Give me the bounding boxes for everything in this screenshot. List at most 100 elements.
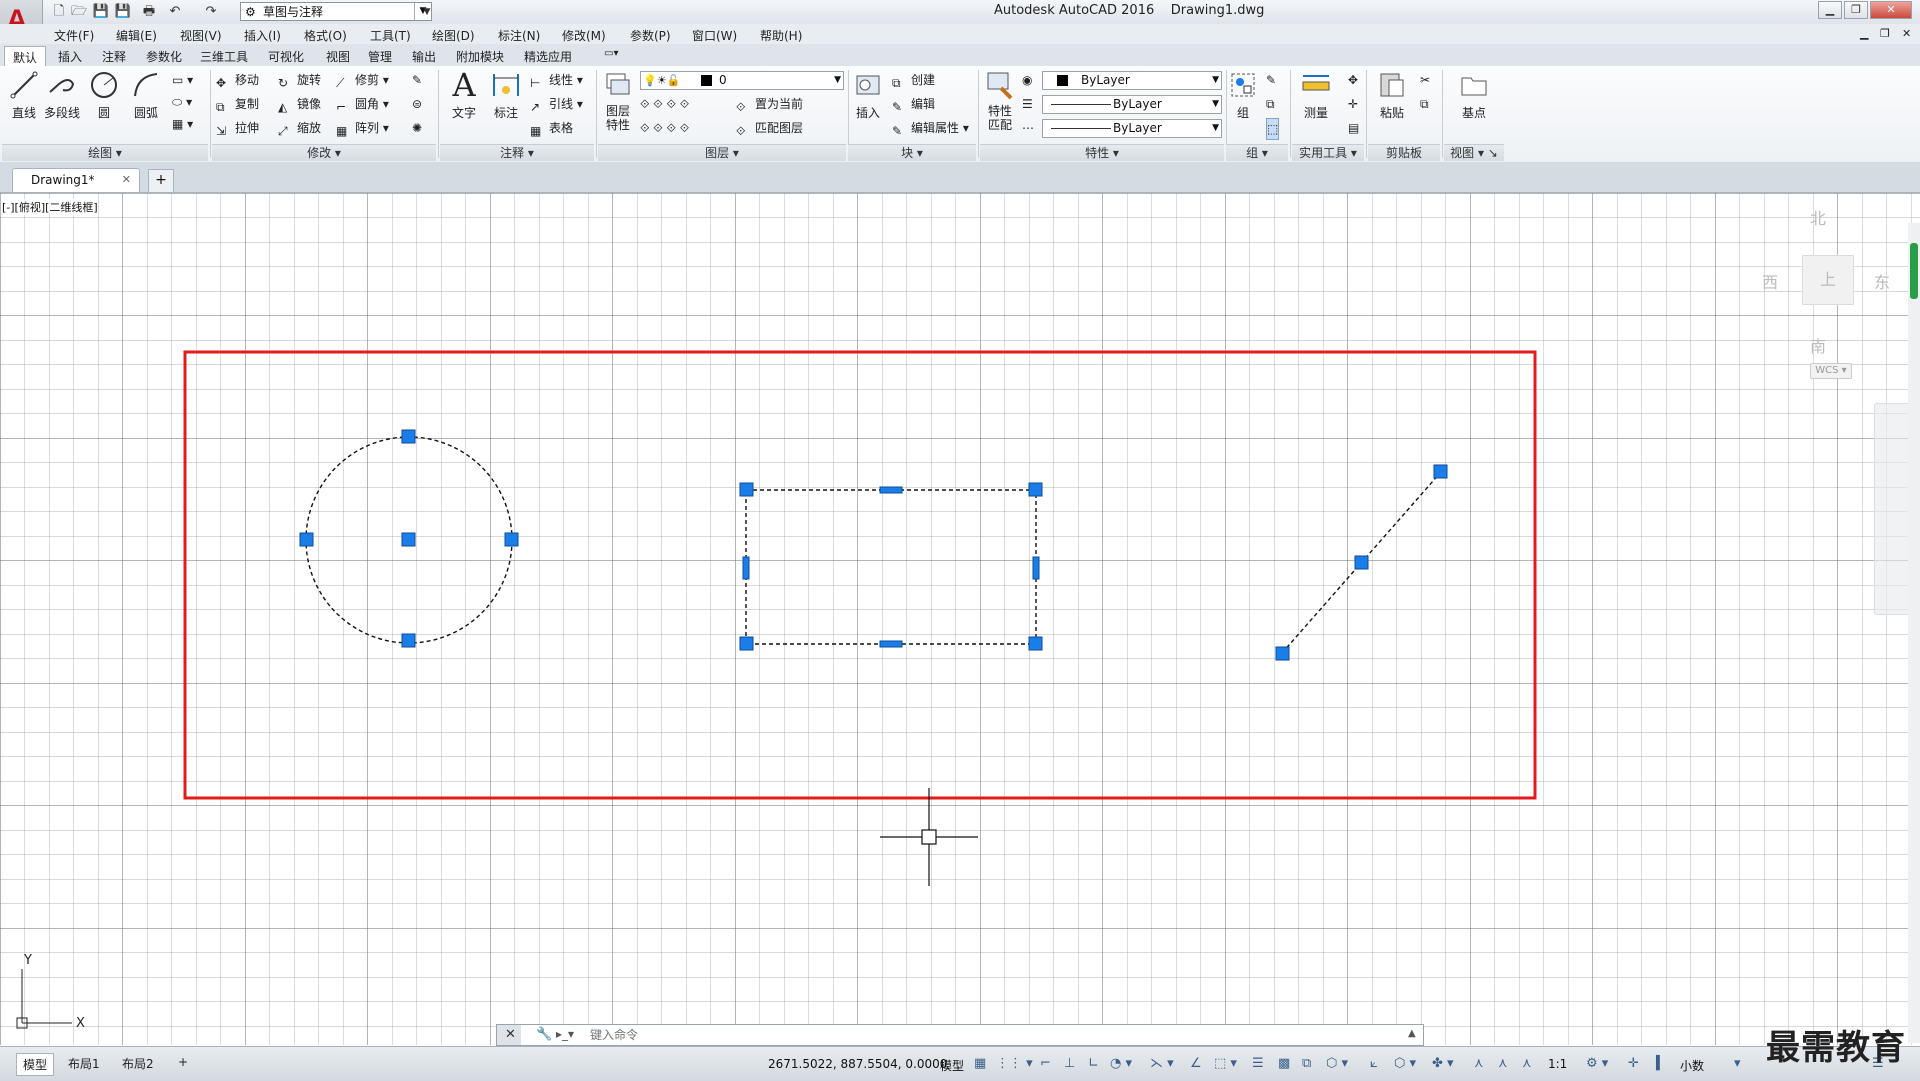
circle-button[interactable]: 圆 [84,70,124,121]
fillet-button[interactable]: ⌐ 圆角 ▾ [336,94,389,114]
base-view-button[interactable]: 基点 [1454,70,1494,121]
viewcube-top-face[interactable]: 上 [1802,255,1854,305]
grip[interactable] [1354,555,1369,570]
paste-button[interactable]: 粘贴 [1372,70,1412,121]
auto-scale-icon[interactable]: ⋏ [1498,1056,1508,1071]
undo-icon[interactable]: ↶ [166,3,184,21]
tab-parametric[interactable]: 参数化 [146,48,182,65]
ortho-icon[interactable]: ∟ [1088,1056,1099,1071]
close-tab-icon[interactable]: ✕ [122,173,131,186]
offset-icon[interactable]: ⊜ [412,94,422,114]
arc-button[interactable]: 圆弧 [126,70,166,121]
wrench-icon[interactable]: 🔧 [536,1027,552,1042]
rotate-button[interactable]: ↻ 旋转 [278,70,321,90]
table-button[interactable]: ▦ 表格 [530,118,573,138]
menu-edit[interactable]: 编辑(E) [116,27,157,44]
panel-title-utilities[interactable]: 实用工具 ▾ [1292,144,1364,161]
hatch-icon[interactable]: ▦ ▾ [172,114,193,134]
grip[interactable] [504,532,519,547]
tab-output[interactable]: 输出 [412,48,436,65]
transparency-icon[interactable]: ▩ [1278,1056,1290,1071]
menu-file[interactable]: 文件(F) [54,27,94,44]
selection-filter-icon[interactable]: ⬡ ▾ [1394,1056,1416,1071]
wcs-menu[interactable]: WCS ▾ [1810,363,1852,379]
ribbon-options-icon[interactable]: ▭▾ [604,48,618,59]
panel-title-annotation[interactable]: 注释 ▾ [440,144,594,161]
insert-block-button[interactable]: 插入 [848,70,888,121]
mirror-button[interactable]: ◭ 镜像 [278,94,321,114]
add-layout-button[interactable]: + [172,1053,194,1071]
scrollbar-thumb[interactable] [1910,243,1918,299]
save-icon[interactable]: 💾 [92,3,110,21]
panel-title-clipboard[interactable]: 剪贴板 [1368,144,1440,161]
tab-drawing1[interactable]: Drawing1* ✕ [12,168,140,192]
array-button[interactable]: ▦ 阵列 ▾ [336,118,389,138]
explode-icon[interactable]: ✺ [412,118,422,138]
text-button[interactable]: A 文字 [444,69,484,121]
menu-format[interactable]: 格式(O) [304,27,347,44]
workspace-switch-icon[interactable]: ⚙ ▾ [1586,1056,1608,1071]
tab-view[interactable]: 视图 [326,48,350,65]
new-icon[interactable]: 🗋 [50,3,68,21]
grip[interactable] [401,633,416,648]
group-select-icon[interactable]: ⬚ [1266,118,1280,140]
copy-button[interactable]: ⧉ 复制 [216,94,259,114]
point-icon[interactable]: ✛ [1348,94,1358,114]
scale-button[interactable]: ⤢ 缩放 [278,118,321,138]
drawing-surface[interactable]: Y X [0,193,1920,1045]
dimension-button[interactable]: 标注 [486,70,526,121]
calculator-icon[interactable]: ▤ [1348,118,1359,138]
dynamic-input-icon[interactable]: ⊥ [1064,1056,1075,1071]
grip[interactable] [299,532,314,547]
polar-icon[interactable]: ◔ ▾ [1110,1056,1132,1071]
panel-title-properties[interactable]: 特性 ▾ [980,144,1224,161]
osnap-tracking-icon[interactable]: ∠ [1190,1056,1202,1071]
quick-select-icon[interactable]: ✥ [1348,70,1358,90]
linear-dim-button[interactable]: ⊢ 线性 ▾ [530,70,583,90]
rectangle-icon[interactable]: ▭ ▾ [172,70,193,90]
qat-customize-icon[interactable]: ▼ [418,3,436,21]
layer-tools-row2[interactable]: ⟐ ⟐ ⟐ ⟐ [640,118,689,138]
saveas-icon[interactable]: 💾 [114,3,132,21]
tab-visualize[interactable]: 可视化 [268,48,304,65]
gizmo-icon[interactable]: ✤ ▾ [1432,1056,1454,1071]
grip[interactable] [879,486,903,494]
line-button[interactable]: 直线 [4,70,44,121]
leader-button[interactable]: ↗ 引线 ▾ [530,94,583,114]
menu-help[interactable]: 帮助(H) [760,27,802,44]
trim-button[interactable]: ⟋ 修剪 ▾ [336,70,389,90]
match-layer-button[interactable]: ⟐ 匹配图层 [736,118,803,138]
isodraft-icon[interactable]: ⋋ ▾ [1150,1056,1174,1071]
lineweight-dropdown[interactable]: ByLayer ▼ [1042,119,1222,138]
tab-insert[interactable]: 插入 [58,48,82,65]
stretch-button[interactable]: ⇲ 拉伸 [216,118,259,138]
grip[interactable] [401,429,416,444]
model-space-toggle[interactable]: 模型 [940,1057,964,1074]
layer-properties-button[interactable]: 图层 特性 [598,70,638,132]
command-prompt-icon[interactable]: ▸_▾ [556,1027,574,1041]
layer-dropdown[interactable]: 💡☀🔓 0 ▼ [640,71,844,90]
doc-close-icon[interactable]: ✕ [1902,27,1911,40]
annotation-scale-icon[interactable]: ⋏ [1522,1056,1532,1071]
erase-icon[interactable]: ✎ [412,70,422,90]
grid-toggle-icon[interactable]: ▦ [974,1056,986,1071]
viewcube-south[interactable]: 南 [1810,333,1826,357]
dynamic-ucs-icon[interactable]: ⟀ [1370,1056,1378,1071]
close-icon[interactable]: ✕ [505,1027,516,1042]
ellipse-icon[interactable]: ⬭ ▾ [172,92,192,112]
command-history-icon[interactable]: ▲ [1408,1028,1416,1039]
annotation-visibility-icon[interactable]: ⋏ [1474,1056,1484,1071]
selection-cycling-icon[interactable]: ⧉ [1302,1056,1311,1071]
viewcube-north[interactable]: 北 [1810,205,1826,229]
panel-title-modify[interactable]: 修改 ▾ [212,144,436,161]
linetype-dropdown[interactable]: ByLayer ▼ [1042,95,1222,114]
restore-icon[interactable]: ❐ [1844,1,1868,19]
grip[interactable] [879,640,903,648]
grip[interactable] [739,482,754,497]
workspace-dropdown[interactable]: ⚙ 草图与注释 ▼ [240,2,432,21]
tab-manage[interactable]: 管理 [368,48,392,65]
viewport-controls-label[interactable]: [-][俯视][二维线框] [2,199,98,215]
doc-restore-icon[interactable]: ❐ [1880,27,1890,40]
tab-addins[interactable]: 附加模块 [456,48,504,65]
group-button[interactable]: 组 [1226,70,1260,121]
